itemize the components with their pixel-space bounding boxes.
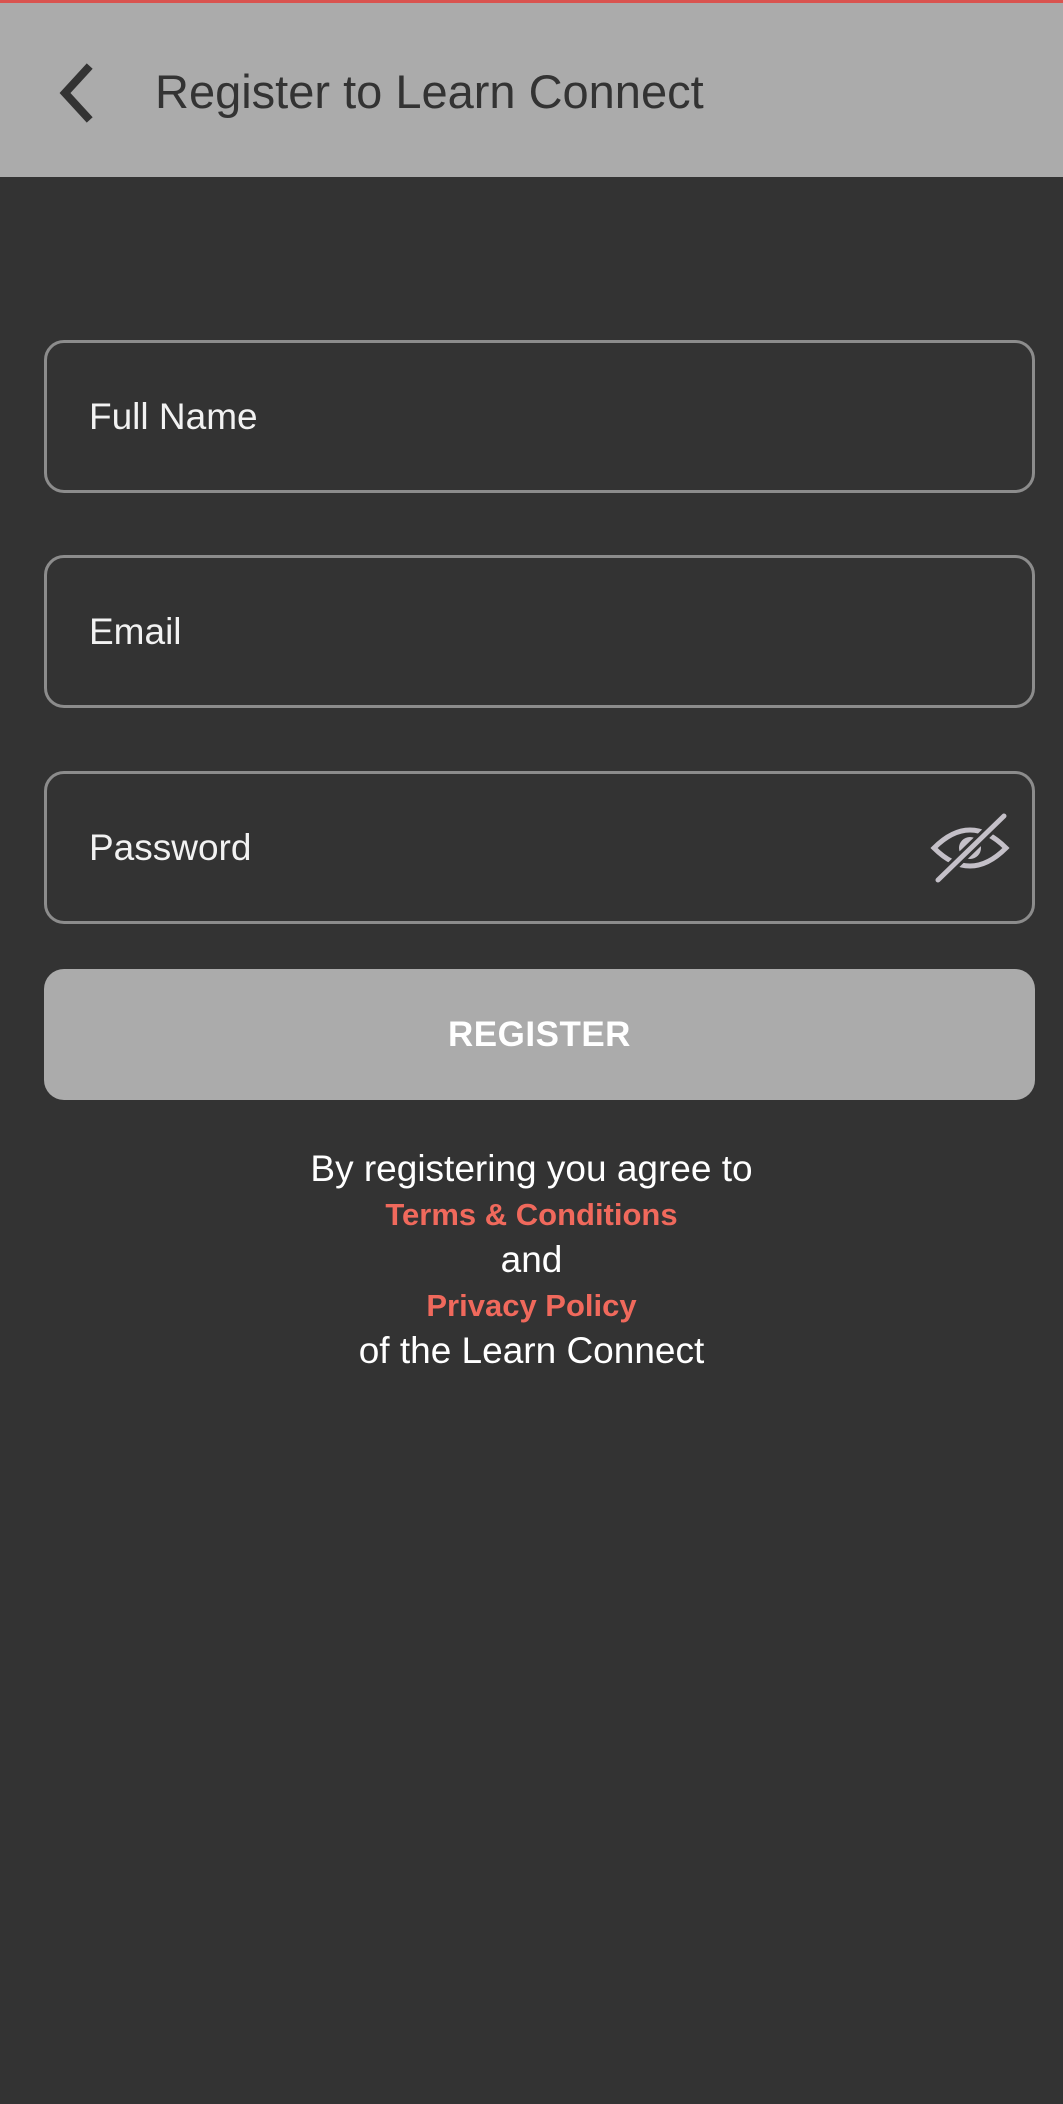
password-field[interactable] [44,771,1035,924]
email-input[interactable] [89,558,949,705]
password-input[interactable] [89,774,949,921]
chevron-left-icon [59,63,93,123]
full-name-input[interactable] [89,343,949,490]
register-button[interactable]: REGISTER [44,969,1035,1100]
password-visibility-toggle[interactable] [930,810,1010,886]
agreement-and: and [500,1239,563,1280]
full-name-field[interactable] [44,340,1035,493]
privacy-policy-link[interactable]: Privacy Policy [0,1283,1063,1328]
page-title: Register to Learn Connect [155,65,704,118]
email-field[interactable] [44,555,1035,708]
back-button[interactable] [40,53,110,133]
agreement-suffix: of the Learn Connect [358,1330,705,1371]
agreement-line: By registering you agree to [310,1148,753,1189]
eye-slash-icon [930,810,1010,886]
agreement-text: By registering you agree to Terms & Cond… [0,1146,1063,1374]
terms-link[interactable]: Terms & Conditions [0,1192,1063,1237]
app-bar: Register to Learn Connect [0,0,1063,177]
